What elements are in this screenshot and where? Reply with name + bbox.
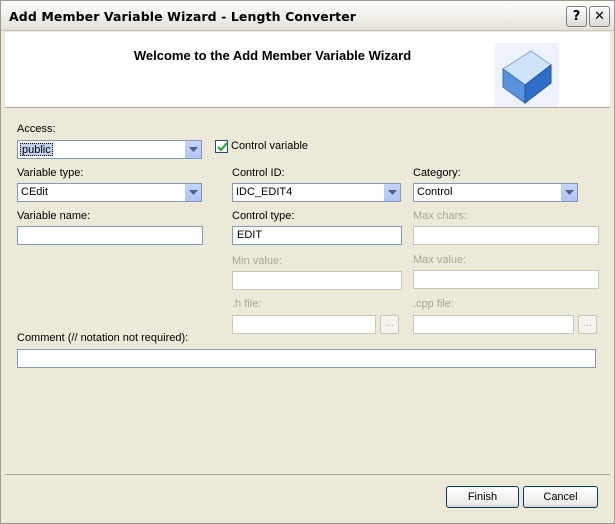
form-area: Access: public Control variable Variable…: [5, 109, 610, 475]
finish-button[interactable]: Finish: [446, 486, 519, 508]
max-chars-input[interactable]: [413, 226, 599, 245]
cpp-file-browse-button[interactable]: ...: [578, 315, 597, 334]
button-bar: Finish Cancel: [5, 476, 610, 520]
control-id-label: Control ID:: [232, 167, 285, 179]
checkmark-icon: [217, 142, 228, 152]
control-variable-checkbox[interactable]: [215, 140, 228, 153]
header-title: Welcome to the Add Member Variable Wizar…: [133, 48, 412, 63]
access-dropdown-arrow[interactable]: [184, 141, 201, 158]
chevron-down-icon: [189, 190, 198, 195]
h-file-input[interactable]: [232, 315, 376, 334]
window-title: Add Member Variable Wizard - Length Conv…: [9, 9, 357, 24]
chevron-down-icon: [565, 190, 574, 195]
h-file-label: .h file:: [232, 298, 262, 310]
control-id-combo[interactable]: IDC_EDIT4: [232, 183, 401, 202]
chevron-down-icon: [388, 190, 397, 195]
comment-input[interactable]: [17, 349, 596, 368]
category-value: Control: [417, 186, 453, 198]
max-value-label: Max value:: [413, 254, 467, 266]
h-file-browse-button[interactable]: ...: [380, 315, 399, 334]
wizard-header: Welcome to the Add Member Variable Wizar…: [5, 32, 610, 108]
max-value-input[interactable]: [413, 270, 599, 289]
help-button[interactable]: ?: [566, 6, 587, 27]
control-type-label: Control type:: [232, 210, 295, 222]
min-value-label: Min value:: [232, 255, 283, 267]
control-id-dropdown-arrow[interactable]: [383, 184, 400, 201]
variable-name-label: Variable name:: [17, 210, 91, 222]
category-combo[interactable]: Control: [413, 183, 578, 202]
access-value: public: [20, 143, 53, 156]
access-combo[interactable]: public: [17, 140, 202, 159]
min-value-input[interactable]: [232, 271, 402, 290]
wizard-cube-icon: [495, 43, 559, 107]
access-label: Access:: [17, 123, 56, 135]
cancel-button[interactable]: Cancel: [523, 486, 598, 508]
cpp-file-label: .cpp file:: [413, 298, 454, 310]
wizard-window: Add Member Variable Wizard - Length Conv…: [0, 0, 615, 524]
variable-type-label: Variable type:: [17, 167, 84, 179]
control-type-field[interactable]: EDIT: [232, 226, 402, 245]
variable-name-input[interactable]: [17, 226, 203, 245]
category-dropdown-arrow[interactable]: [560, 184, 577, 201]
variable-type-value: CEdit: [21, 186, 48, 198]
variable-type-combo[interactable]: CEdit: [17, 183, 202, 202]
title-bar: Add Member Variable Wizard - Length Conv…: [1, 1, 614, 31]
control-id-value: IDC_EDIT4: [236, 186, 293, 198]
max-chars-label: Max chars:: [413, 210, 467, 222]
comment-label: Comment (// notation not required):: [17, 332, 189, 344]
category-label: Category:: [413, 167, 461, 179]
close-button[interactable]: ✕: [589, 6, 610, 27]
variable-type-dropdown-arrow[interactable]: [184, 184, 201, 201]
chevron-down-icon: [189, 147, 198, 152]
control-variable-label: Control variable: [231, 140, 309, 152]
cpp-file-input[interactable]: [413, 315, 574, 334]
